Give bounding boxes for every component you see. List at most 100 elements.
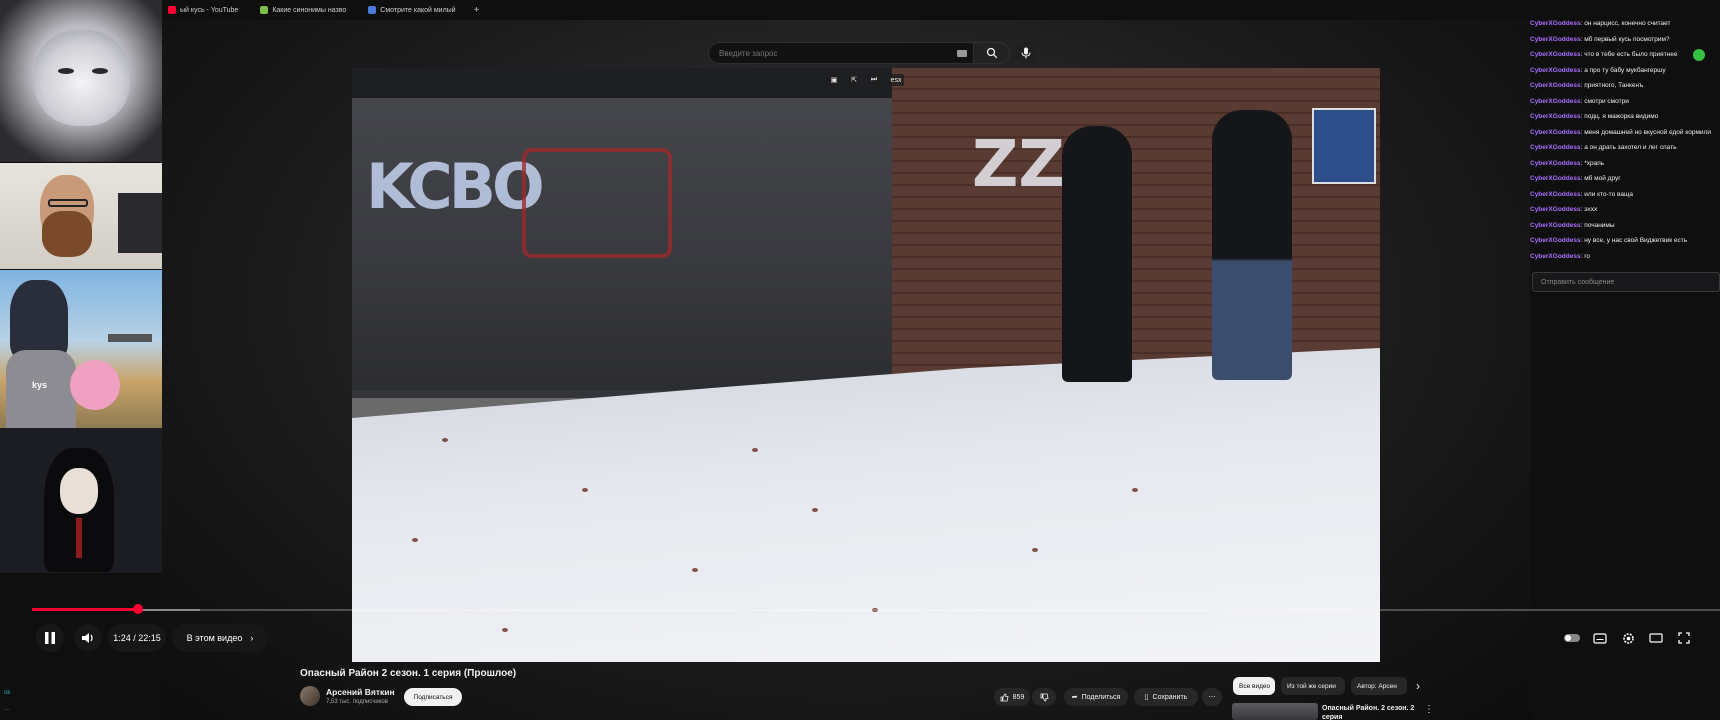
- anime-pink-character: [70, 360, 120, 410]
- fullscreen-icon: [1678, 632, 1690, 644]
- chat-text: ну все, у нас свой Виджетвик есть: [1584, 237, 1688, 244]
- video-player[interactable]: KCBO ZZ: [352, 68, 1380, 662]
- anime-hair: [10, 280, 68, 360]
- chat-username[interactable]: CyberXGoddess: [1530, 191, 1581, 198]
- search-box: [708, 42, 974, 64]
- chat-username[interactable]: CyberXGoddess: [1530, 20, 1581, 27]
- gun-prop: [108, 334, 152, 342]
- chat-username[interactable]: CyberXGoddess: [1530, 175, 1581, 182]
- chat-text: или кто-то ваща: [1584, 190, 1633, 198]
- theater-mode-button[interactable]: [1646, 628, 1666, 648]
- more-vertical-icon[interactable]: ⋮: [1424, 704, 1434, 715]
- video-scene-leaf: [442, 438, 448, 442]
- recommendation-title[interactable]: Опасный Район. 2 сезон. 2 серия: [1322, 704, 1416, 720]
- chat-username[interactable]: CyberXGoddess: [1530, 51, 1581, 58]
- video-scene-leaf: [412, 538, 418, 542]
- pause-icon: [45, 632, 55, 644]
- youtube-favicon-icon: [168, 6, 176, 14]
- fullscreen-button[interactable]: [1674, 628, 1694, 648]
- more-actions-button[interactable]: ⋯: [1202, 688, 1222, 706]
- chat-message: CyberXGoddess: ну все, у нас свой Виджет…: [1530, 237, 1688, 244]
- cat-face: [34, 30, 130, 126]
- overlay-label[interactable]: esx: [888, 74, 904, 86]
- chat-username[interactable]: CyberXGoddess: [1530, 160, 1581, 167]
- search-icon: [986, 47, 997, 59]
- chat-username[interactable]: CyberXGoddess: [1530, 82, 1581, 89]
- video-scene-sign: [1312, 108, 1376, 184]
- chat-username[interactable]: CyberXGoddess: [1530, 67, 1581, 74]
- chat-username[interactable]: CyberXGoddess: [1530, 237, 1581, 244]
- progress-track[interactable]: [32, 609, 1720, 611]
- browser-tab-1[interactable]: ый кусь - YouTube: [160, 0, 246, 20]
- chapter-button[interactable]: В этом видео ›: [172, 624, 268, 652]
- search-button[interactable]: [974, 42, 1010, 64]
- share-icon: ➦: [1071, 694, 1078, 701]
- chat-username[interactable]: CyberXGoddess: [1530, 129, 1581, 136]
- chat-username[interactable]: CyberXGoddess: [1530, 36, 1581, 43]
- voice-search-button[interactable]: [1015, 42, 1037, 64]
- next-icon[interactable]: ⏭: [868, 74, 880, 86]
- autoplay-toggle[interactable]: [1562, 628, 1582, 648]
- keyboard-icon[interactable]: [957, 50, 967, 57]
- video-scene-brick-wall: [892, 68, 1380, 388]
- chat-text: подц. я мажорка видимо: [1584, 113, 1659, 120]
- browser-tab-3[interactable]: Смотрите какой милый: [360, 0, 463, 20]
- share-button[interactable]: ➦ Поделиться: [1064, 688, 1128, 706]
- chat-message: CyberXGoddess: или кто-то ваща: [1530, 190, 1633, 198]
- chat-message: CyberXGoddess: что в тебе есть было прия…: [1530, 51, 1678, 58]
- chat-username[interactable]: CyberXGoddess: [1530, 144, 1581, 151]
- chat-username[interactable]: CyberXGoddess: [1530, 253, 1581, 260]
- volume-track[interactable]: [142, 609, 200, 611]
- microphone-icon: [1021, 47, 1031, 59]
- volume-button[interactable]: [74, 624, 102, 652]
- chat-username[interactable]: CyberXGoddess: [1530, 113, 1581, 120]
- pause-button[interactable]: [36, 624, 64, 652]
- save-label: Сохранить: [1152, 693, 1188, 701]
- like-button[interactable]: 859: [994, 688, 1030, 706]
- bookmark-icon: ▯: [1144, 694, 1149, 701]
- chevron-right-icon[interactable]: ›: [1416, 679, 1420, 693]
- save-button[interactable]: ▯ Сохранить: [1134, 688, 1198, 706]
- chat-message: CyberXGoddess: эххх: [1530, 206, 1598, 213]
- chat-username[interactable]: CyberXGoddess: [1530, 98, 1581, 105]
- chat-username[interactable]: CyberXGoddess: [1530, 222, 1581, 229]
- chat-message: CyberXGoddess: *храпь: [1530, 159, 1605, 167]
- chat-text: меня домашней но вкусной едой кормили: [1584, 128, 1711, 136]
- chat-message: CyberXGoddess: подц. я мажорка видимо: [1530, 113, 1659, 120]
- chat-input[interactable]: Отправить сообщение: [1532, 272, 1720, 292]
- subscribe-button[interactable]: Подписаться: [404, 688, 462, 706]
- dislike-button[interactable]: [1032, 688, 1056, 706]
- popout-icon[interactable]: ⇱: [848, 74, 860, 86]
- chair-back: [118, 193, 162, 253]
- video-scene-leaf: [692, 568, 698, 572]
- streamer-cam-cat: [0, 0, 162, 162]
- chip-author[interactable]: Автор: Арсен: [1351, 677, 1407, 695]
- pip-icon[interactable]: ▣: [828, 74, 840, 86]
- theater-icon: [1649, 633, 1663, 643]
- settings-button[interactable]: [1618, 628, 1638, 648]
- chip-all-videos[interactable]: Все видео: [1233, 677, 1275, 695]
- chat-text: го: [1584, 252, 1591, 260]
- subtitles-button[interactable]: [1590, 628, 1610, 648]
- search-input[interactable]: [719, 48, 939, 58]
- thumbs-down-icon: [1040, 693, 1048, 701]
- browser-tab-2[interactable]: Какие синонимы назво: [252, 0, 354, 20]
- chip-same-series[interactable]: Из той же серии: [1281, 677, 1345, 695]
- new-tab-button[interactable]: +: [470, 5, 484, 16]
- chat-message: CyberXGoddess: а он драть захотел и лег …: [1530, 144, 1677, 151]
- streamer-cam-anime-dark: [0, 428, 162, 573]
- chat-text: а он драть захотел и лег спать: [1584, 144, 1677, 151]
- graffiti-red-drawing: [522, 148, 672, 258]
- chat-username[interactable]: CyberXGoddess: [1530, 206, 1581, 213]
- progress-scrubber[interactable]: [133, 604, 143, 614]
- video-scene-leaf: [752, 448, 758, 452]
- chat-text: эххх: [1584, 206, 1598, 213]
- recommendation-thumbnail[interactable]: [1232, 703, 1318, 720]
- chat-message: CyberXGoddess: меня домашней но вкусной …: [1530, 128, 1711, 136]
- video-scene-roof: [352, 68, 892, 98]
- channel-avatar[interactable]: [300, 686, 320, 706]
- channel-name[interactable]: Арсений Вяткин: [326, 687, 395, 697]
- page-favicon-icon: [260, 6, 269, 14]
- graffiti-text: ZZ: [972, 128, 1065, 202]
- tab-3-label: Смотрите какой милый: [380, 6, 456, 14]
